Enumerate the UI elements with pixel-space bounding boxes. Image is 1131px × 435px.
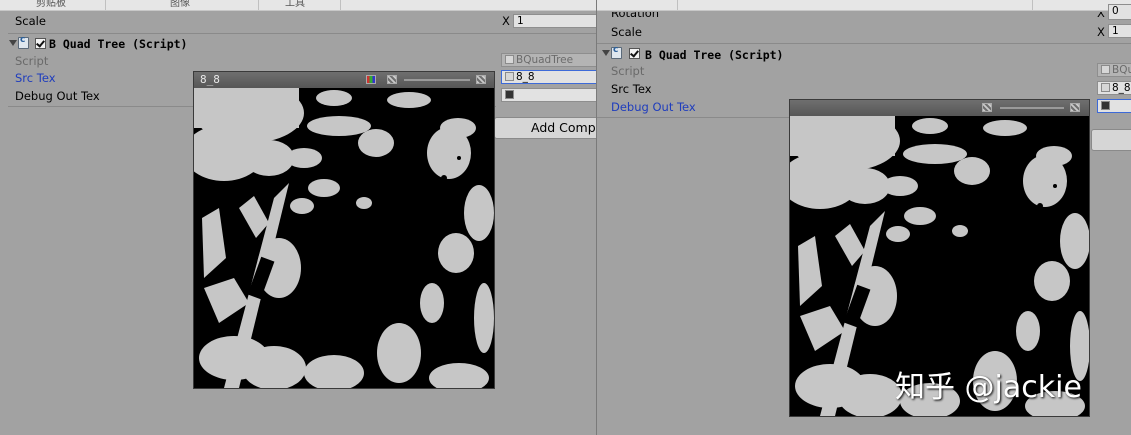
debug-out-tex-label-right: Debug Out Tex: [611, 100, 696, 114]
texture-preview-window: 8_8: [193, 71, 495, 389]
rotation-x-field[interactable]: 0: [1108, 4, 1131, 20]
checkerboard-large-icon[interactable]: [476, 75, 486, 84]
component-title-right[interactable]: B Quad Tree (Script): [645, 48, 783, 64]
texture-thumbnail-icon: [505, 90, 514, 99]
foldout-triangle-icon-right[interactable]: [602, 50, 610, 56]
script-field-right: BQuadTree: [1097, 63, 1131, 77]
enabled-checkbox-icon[interactable]: [35, 38, 46, 49]
scale-label: Scale: [15, 14, 46, 28]
scale-x-field[interactable]: 1: [513, 14, 596, 28]
add-component-button-right[interactable]: [1091, 129, 1131, 151]
texture-thumbnail-icon-right: [1101, 101, 1110, 110]
inspector-panel-right: Rotation X 0 Scale X 1 B Quad Tree (Scri…: [597, 0, 1131, 435]
toolbar-item-clipboard[interactable]: 剪贴板: [36, 0, 66, 9]
toolbar-item-image[interactable]: 图像: [170, 0, 190, 9]
toolbar-item-tools[interactable]: 工具: [285, 0, 305, 9]
script-field-value-right: BQuadTree: [1112, 64, 1131, 76]
scale-x-axis-label: X: [502, 14, 510, 28]
script-icon: [18, 35, 29, 49]
texture-asset-icon: [505, 72, 514, 81]
src-tex-field-right[interactable]: 8_8: [1097, 81, 1131, 95]
src-tex-field-value: 8_8: [516, 71, 535, 83]
preview-titlebar[interactable]: 8_8: [194, 72, 494, 88]
script-asset-icon-right: [1101, 65, 1110, 74]
scale-label-right: Scale: [611, 25, 642, 39]
foldout-triangle-icon[interactable]: [9, 40, 17, 46]
preview-title: 8_8: [200, 73, 220, 86]
scale-x-field-right[interactable]: 1: [1108, 24, 1131, 38]
script-field: BQuadTree: [501, 53, 596, 67]
rgb-channel-icon[interactable]: [366, 75, 376, 84]
preview-titlebar-right[interactable]: [790, 100, 1089, 116]
mip-slider-right[interactable]: [1000, 107, 1064, 109]
src-tex-field[interactable]: 8_8: [501, 70, 596, 84]
src-tex-label: Src Tex: [15, 71, 56, 85]
enabled-checkbox-icon-right[interactable]: [629, 48, 640, 59]
component-title[interactable]: B Quad Tree (Script): [49, 37, 187, 53]
foliage-mask-image: [194, 88, 494, 388]
script-label: Script: [15, 54, 49, 68]
scale-x-axis-label-right: X: [1097, 25, 1105, 39]
checkerboard-alpha-icon-right[interactable]: [982, 103, 992, 112]
script-asset-icon: [505, 55, 514, 64]
add-component-button[interactable]: Add Component: [494, 117, 596, 139]
debug-out-tex-field-right[interactable]: [1097, 99, 1131, 113]
debug-out-tex-label: Debug Out Tex: [15, 89, 100, 103]
texture-asset-icon-right: [1101, 83, 1110, 92]
toolbar-strip-right: [597, 0, 1131, 11]
debug-out-tex-field[interactable]: [501, 88, 596, 102]
script-label-right: Script: [611, 64, 645, 78]
watermark-text: 知乎 @jackie: [895, 370, 1082, 405]
mip-slider[interactable]: [404, 79, 470, 81]
src-tex-field-value-right: 8_8: [1112, 82, 1131, 94]
texture-preview-canvas: [194, 88, 494, 388]
script-field-value: BQuadTree: [516, 54, 574, 66]
src-tex-label-right: Src Tex: [611, 82, 652, 96]
inspector-panel-left: 剪贴板 图像 工具 Scale X 1 B Quad Tree (Script)…: [0, 0, 596, 435]
toolbar-strip: 剪贴板 图像 工具: [0, 0, 596, 11]
script-icon-right: [611, 45, 622, 59]
checkerboard-large-icon-right[interactable]: [1070, 103, 1080, 112]
checkerboard-alpha-icon[interactable]: [387, 75, 397, 84]
